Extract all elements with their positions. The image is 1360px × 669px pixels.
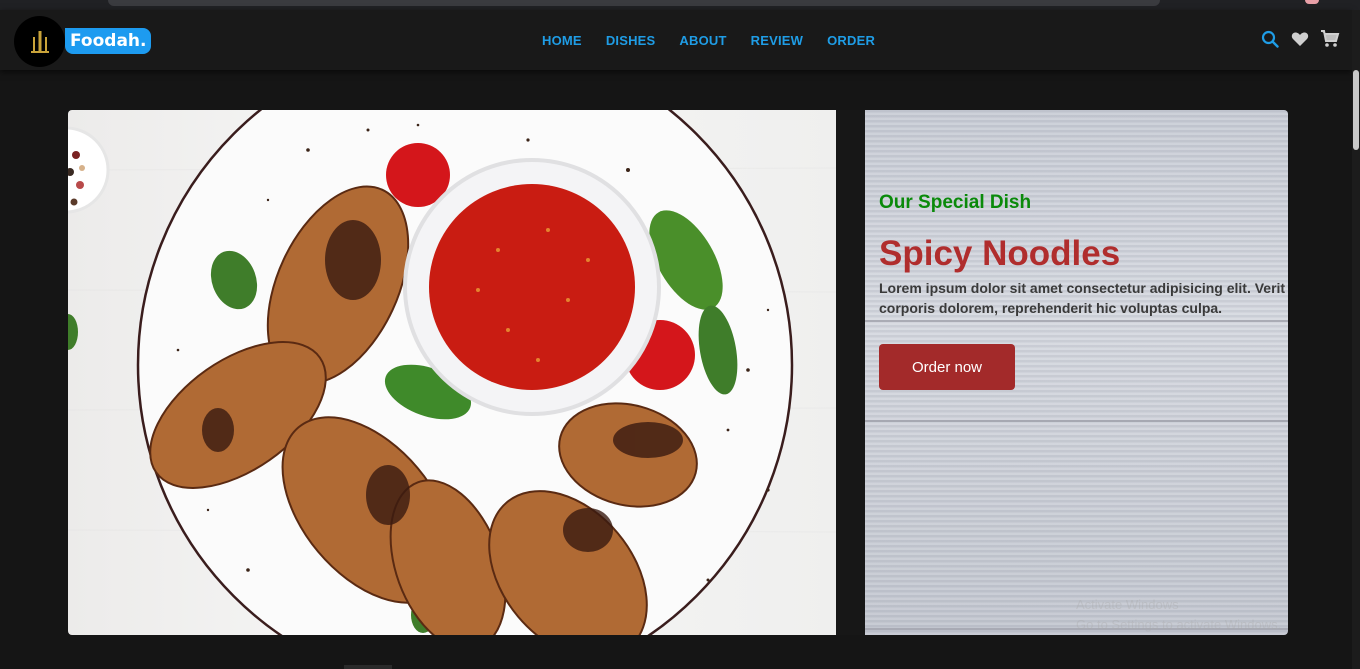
scrollbar-thumb[interactable] [1353,70,1359,150]
dish-details-panel: Our Special Dish Spicy Noodles Lorem ips… [865,110,1288,635]
search-icon[interactable] [1260,29,1280,49]
page-scrollbar[interactable] [1352,10,1360,669]
dish-description: Lorem ipsum dolor sit amet consectetur a… [879,280,1286,316]
main-nav: HOME DISHES ABOUT REVIEW ORDER [530,10,887,70]
nav-home[interactable]: HOME [542,33,582,48]
browser-top-strip [0,0,1360,10]
logo-icon[interactable] [14,16,65,67]
dish-title: Spicy Noodles [879,234,1121,273]
heart-icon[interactable] [1290,29,1310,49]
nav-review[interactable]: REVIEW [751,33,803,48]
wood-grain [865,420,1288,422]
order-now-button[interactable]: Order now [879,344,1015,390]
address-bar-edge[interactable] [108,0,1160,6]
nav-about[interactable]: ABOUT [679,33,726,48]
header-icons [1260,29,1340,49]
dish-image [68,110,836,635]
nav-order[interactable]: ORDER [827,33,875,48]
slider-pagination[interactable] [344,665,392,669]
site-header: Foodah. HOME DISHES ABOUT REVIEW ORDER [0,10,1352,70]
wood-grain [865,320,1288,322]
nav-dishes[interactable]: DISHES [606,33,656,48]
profile-avatar-edge[interactable] [1305,0,1319,4]
special-dish-subtitle: Our Special Dish [879,192,1032,213]
brand-name[interactable]: Foodah. [65,28,152,54]
windows-activation-watermark: Activate Windows Go to Settings to activ… [1076,597,1282,632]
cart-icon[interactable] [1320,29,1340,49]
fork-knife-icon [30,30,49,53]
hero-slide: Our Special Dish Spicy Noodles Lorem ips… [68,110,1288,635]
